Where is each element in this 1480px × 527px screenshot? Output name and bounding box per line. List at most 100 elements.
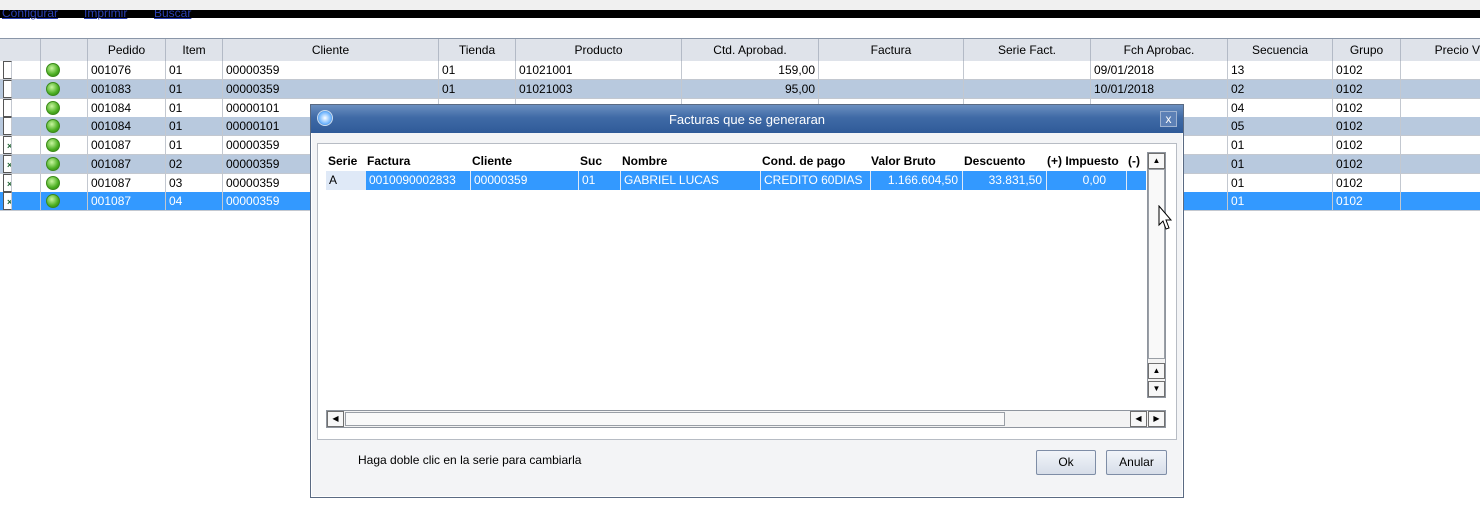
scroll-up-icon[interactable]: ▲	[1148, 153, 1165, 169]
cell-precio	[1401, 192, 1480, 210]
cell-pedido: 001087	[88, 192, 166, 211]
hcol-cond-pago[interactable]: Cond. de pago	[762, 152, 866, 171]
imprimir-link[interactable]: Imprimir	[84, 10, 127, 20]
cell-item: 01	[166, 98, 223, 117]
col-ctd-aprobad[interactable]: Ctd. Aprobad.	[682, 39, 819, 61]
col-factura[interactable]: Factura	[819, 39, 964, 61]
col-producto[interactable]: Producto	[516, 39, 682, 61]
cell-producto: 01021001	[516, 61, 682, 79]
cell-item: 01	[166, 136, 223, 154]
dialog-title-bar[interactable]: Facturas que se generaran x	[311, 105, 1183, 133]
col-cliente[interactable]: Cliente	[223, 39, 439, 61]
factura-row[interactable]: A 0010090002833 00000359 01 GABRIEL LUCA…	[326, 171, 1146, 190]
vertical-scroll-thumb[interactable]	[1148, 169, 1165, 359]
hcol-descuento[interactable]: Descuento	[964, 152, 1046, 171]
cell-precio	[1401, 99, 1480, 117]
cell-valor-bruto: 1.166.604,50	[871, 171, 963, 190]
facturas-dialog: Facturas que se generaran x Serie Factur…	[310, 104, 1184, 498]
dialog-title: Facturas que se generaran	[668, 112, 826, 127]
cell-precio	[1401, 136, 1480, 154]
col-precio[interactable]: Precio V	[1401, 39, 1480, 61]
table-row[interactable]: 001076 01 00000359 01 01021001 159,00 09/01/20…	[0, 61, 1480, 80]
scroll-down-icon[interactable]: ▼	[1148, 381, 1165, 397]
close-icon[interactable]: x	[1160, 111, 1177, 127]
cell-grupo: 0102	[1333, 154, 1401, 173]
scroll-right-icon[interactable]: ▶	[1148, 411, 1165, 427]
cell-ctd: 159,00	[682, 61, 819, 79]
cell-secuencia: 01	[1228, 173, 1333, 192]
cell-pedido: 001076	[88, 61, 166, 79]
vertical-scrollbar[interactable]: ▲ ▲ ▼	[1147, 152, 1166, 398]
hcol-factura[interactable]: Factura	[367, 152, 470, 171]
anular-button[interactable]: Anular	[1106, 450, 1167, 475]
cell-minus	[1127, 171, 1146, 190]
check-cell	[0, 117, 41, 136]
cell-grupo: 0102	[1333, 192, 1401, 211]
cell-secuencia: 13	[1228, 61, 1333, 79]
cell-descuento: 33.831,50	[963, 171, 1047, 190]
hcol-suc[interactable]: Suc	[580, 152, 620, 171]
cell-pedido: 001084	[88, 117, 166, 136]
cell-precio	[1401, 155, 1480, 173]
cell-fecha: 10/01/2018	[1091, 79, 1228, 98]
cell-item: 03	[166, 173, 223, 192]
cell-item: 01	[166, 117, 223, 136]
scroll-up-2-icon[interactable]: ▲	[1148, 363, 1165, 379]
hcol-serie[interactable]: Serie	[328, 152, 366, 171]
hcol-cliente[interactable]: Cliente	[472, 152, 577, 171]
buscar-link[interactable]: Buscar	[154, 10, 191, 20]
cell-secuencia: 01	[1228, 154, 1333, 173]
cell-secuencia: 02	[1228, 79, 1333, 98]
cell-grupo: 0102	[1333, 117, 1401, 136]
cell-serie[interactable]: A	[326, 171, 366, 190]
status-green-icon	[46, 63, 60, 77]
hcol-nombre[interactable]: Nombre	[622, 152, 758, 171]
scroll-left-icon[interactable]: ◀	[327, 411, 344, 427]
col-check[interactable]	[0, 39, 41, 61]
horizontal-scroll-thumb[interactable]	[345, 412, 1005, 426]
hcol-impuesto[interactable]: (+) Impuesto	[1047, 152, 1127, 171]
cell-producto: 01021003	[516, 79, 682, 98]
cell-factura	[819, 79, 964, 98]
col-fch-aprobac[interactable]: Fch Aprobac.	[1091, 39, 1228, 61]
col-tienda[interactable]: Tienda	[439, 39, 516, 61]
status-green-icon	[46, 175, 60, 190]
cell-ctd: 95,00	[682, 79, 819, 98]
top-strip	[0, 0, 1480, 10]
col-serie-fact[interactable]: Serie Fact.	[964, 39, 1091, 61]
cell-tienda: 01	[439, 61, 516, 79]
col-status[interactable]	[41, 39, 88, 61]
ok-button[interactable]: Ok	[1036, 450, 1096, 475]
cell-item: 02	[166, 154, 223, 173]
hcol-minus[interactable]: (-)	[1128, 152, 1146, 171]
configurar-link[interactable]: Configurar	[2, 10, 58, 20]
cell-item: 04	[166, 192, 223, 211]
status-green-icon	[46, 81, 60, 96]
status-green-icon	[46, 100, 60, 115]
cell-cond: CREDITO 60DIAS	[761, 171, 871, 190]
col-item[interactable]: Item	[166, 39, 223, 61]
cell-secuencia: 05	[1228, 117, 1333, 136]
cell-grupo: 0102	[1333, 136, 1401, 154]
col-secuencia[interactable]: Secuencia	[1228, 39, 1333, 61]
check-cell	[0, 154, 41, 173]
cell-impuesto: 0,00	[1047, 171, 1127, 190]
hcol-valor-bruto[interactable]: Valor Bruto	[871, 152, 961, 171]
scroll-left-2-icon[interactable]: ◀	[1130, 411, 1147, 427]
check-cell	[0, 98, 41, 117]
table-row[interactable]: 001083 01 00000359 01 01021003 95,00 10/01/201…	[0, 79, 1480, 99]
facturas-table: Serie Factura Cliente Suc Nombre Cond. d…	[317, 143, 1177, 440]
check-cell	[0, 79, 41, 98]
cell-grupo: 0102	[1333, 79, 1401, 98]
check-cell	[0, 61, 41, 79]
cell-precio	[1401, 117, 1480, 135]
cell-tienda: 01	[439, 79, 516, 98]
col-pedido[interactable]: Pedido	[88, 39, 166, 61]
mouse-cursor-icon	[1158, 205, 1173, 230]
cell-pedido: 001087	[88, 173, 166, 192]
cell-precio	[1401, 174, 1480, 192]
cell-serie	[964, 79, 1091, 98]
cell-secuencia: 04	[1228, 98, 1333, 117]
horizontal-scrollbar[interactable]: ◀ ◀ ▶	[326, 410, 1166, 428]
col-grupo[interactable]: Grupo	[1333, 39, 1401, 61]
